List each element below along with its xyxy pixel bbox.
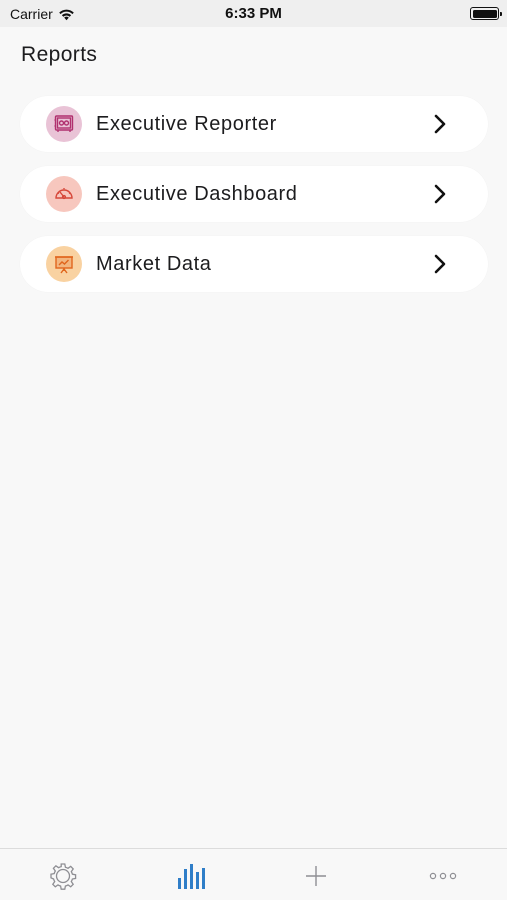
battery-icon — [470, 7, 502, 20]
report-item-market-data[interactable]: Market Data — [20, 236, 488, 292]
plus-icon — [306, 866, 326, 886]
report-item-executive-dashboard[interactable]: Executive Dashboard — [20, 166, 488, 222]
presentation-icon — [46, 246, 82, 282]
gear-icon — [50, 863, 77, 890]
chevron-right-icon — [434, 184, 446, 204]
report-list: Executive Reporter Executive Dashboard M… — [20, 96, 488, 306]
gauge-icon — [46, 176, 82, 212]
page-title: Reports — [21, 43, 98, 66]
chevron-right-icon — [434, 254, 446, 274]
report-label: Executive Reporter — [96, 112, 277, 135]
tab-settings[interactable] — [47, 860, 79, 892]
tab-bar — [0, 848, 507, 900]
tab-more[interactable] — [427, 860, 459, 892]
tab-add[interactable] — [300, 860, 332, 892]
safe-icon — [46, 106, 82, 142]
report-label: Executive Dashboard — [96, 182, 298, 205]
status-time: 6:33 PM — [225, 5, 282, 22]
chevron-right-icon — [434, 114, 446, 134]
report-label: Market Data — [96, 252, 212, 275]
report-item-executive-reporter[interactable]: Executive Reporter — [20, 96, 488, 152]
tab-reports[interactable] — [174, 860, 206, 892]
ellipsis-icon — [429, 872, 457, 880]
status-bar: Carrier 6:33 PM — [0, 0, 507, 27]
bar-chart-icon — [178, 864, 205, 889]
